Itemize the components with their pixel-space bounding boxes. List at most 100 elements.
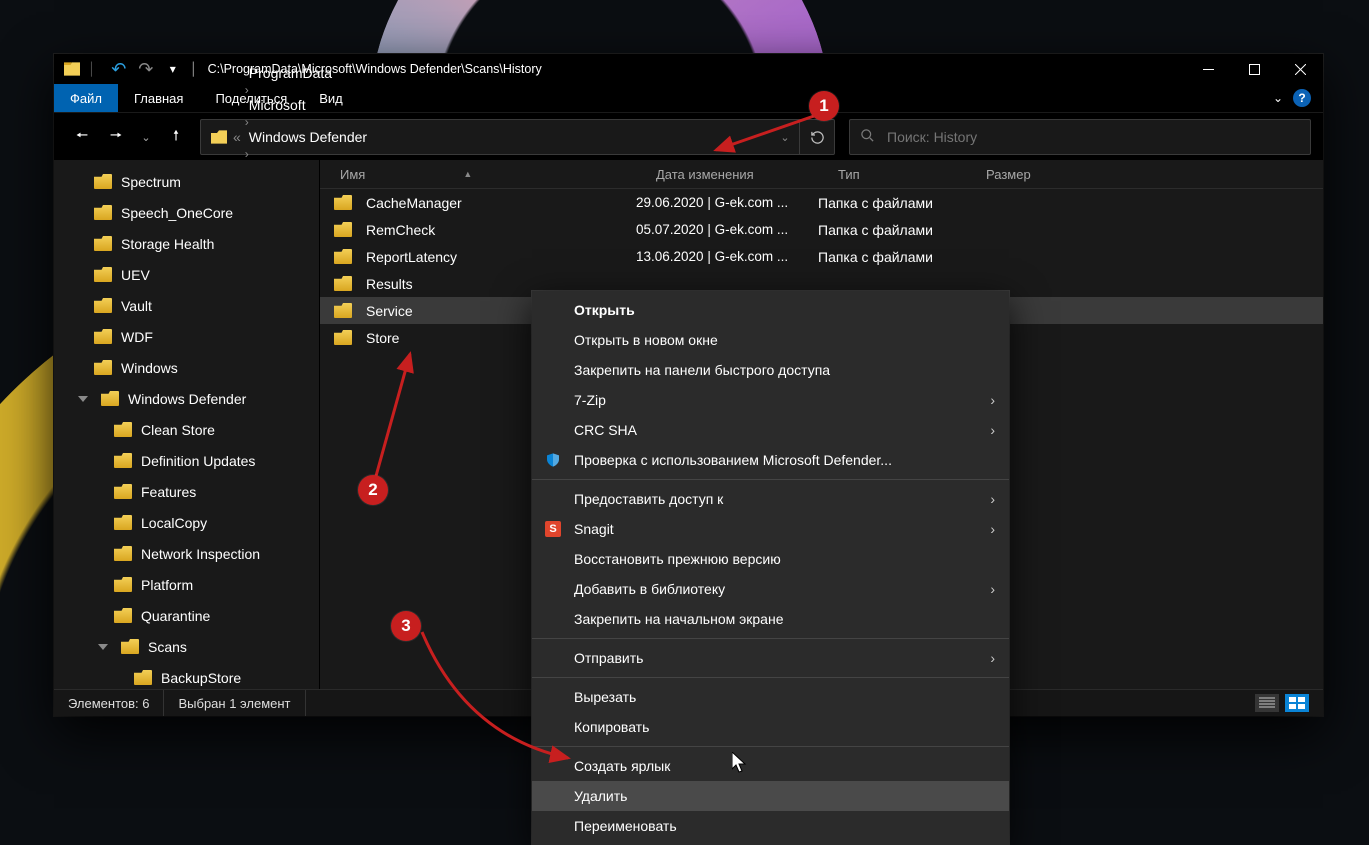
ctx-открыть[interactable]: Открыть [532, 295, 1009, 325]
maximize-button[interactable] [1231, 54, 1277, 84]
folder-icon [114, 453, 132, 468]
ctx-7-zip[interactable]: 7-Zip› [532, 385, 1009, 415]
navigation-tree[interactable]: SpectrumSpeech_OneCore Storage Health UEVV… [54, 160, 320, 690]
row-reportlatency[interactable]: ReportLatency13.06.2020 | G-ek.com ...Па… [320, 243, 1323, 270]
folder-icon [114, 608, 132, 623]
breadcrumb-microsoft[interactable]: Microsoft [243, 97, 373, 113]
status-selection: Выбран 1 элемент [164, 690, 305, 716]
cursor-icon [732, 752, 748, 774]
address-history-dropdown[interactable]: ⌄ [772, 120, 798, 154]
tab-file[interactable]: Файл [54, 84, 118, 112]
folder-icon [94, 298, 112, 313]
ctx-удалить[interactable]: Удалить [532, 781, 1009, 811]
tree-localcopy[interactable]: LocalCopy [54, 507, 319, 538]
tree-spectrum[interactable]: Spectrum [54, 166, 319, 197]
tree-network-inspection[interactable]: Network Inspection [54, 538, 319, 569]
details-view-button[interactable] [1255, 694, 1279, 712]
ctx-добавить-в-библиотеку[interactable]: Добавить в библиотеку› [532, 574, 1009, 604]
callout-1: 1 [809, 91, 839, 121]
ctx-label: Переименовать [574, 818, 677, 834]
titlebar-separator: │ [190, 62, 198, 76]
help-button[interactable]: ? [1293, 89, 1311, 107]
breadcrumb-windows-defender[interactable]: Windows Defender [243, 129, 373, 145]
folder-icon [101, 391, 119, 406]
address-folder-icon [207, 125, 231, 149]
tree-windows-defender[interactable]: Windows Defender [54, 383, 319, 414]
column-headers[interactable]: Имя▲ Дата изменения Тип Размер [320, 160, 1323, 189]
column-type[interactable]: Тип [838, 167, 986, 182]
tree-wdf[interactable]: WDF [54, 321, 319, 352]
nav-back-button[interactable]: 🠔 [66, 121, 98, 153]
tree-label: Storage Health [121, 236, 214, 252]
ctx-проверка-с-использованием-microsoft-defender[interactable]: Проверка с использованием Microsoft Defe… [532, 445, 1009, 475]
tree-label: Windows [121, 360, 178, 376]
folder-icon [114, 484, 132, 499]
ctx-label: Вырезать [574, 689, 636, 705]
tree-speech-onecore[interactable]: Speech_OneCore [54, 197, 319, 228]
ctx-label: Закрепить на панели быстрого доступа [574, 362, 830, 378]
address-bar[interactable]: « ProgramData›Microsoft›Windows Defender… [200, 119, 835, 155]
tree-clean-store[interactable]: Clean Store [54, 414, 319, 445]
tree-label: Definition Updates [141, 453, 255, 469]
ctx-crc-sha[interactable]: CRC SHA› [532, 415, 1009, 445]
ctx-закрепить-на-начальном-экране[interactable]: Закрепить на начальном экране [532, 604, 1009, 634]
address-lead-chevron[interactable]: « [233, 129, 241, 145]
tree-quarantine[interactable]: Quarantine [54, 600, 319, 631]
tree-definition-updates[interactable]: Definition Updates [54, 445, 319, 476]
row-remcheck[interactable]: RemCheck05.07.2020 | G-ek.com ...Папка с… [320, 216, 1323, 243]
nav-up-button[interactable]: 🠕 [160, 121, 192, 153]
tree-windows[interactable]: Windows [54, 352, 319, 383]
large-icons-view-button[interactable] [1285, 694, 1309, 712]
column-size[interactable]: Размер [986, 167, 1106, 182]
minimize-button[interactable] [1185, 54, 1231, 84]
qat-dropdown[interactable]: ▾ [160, 57, 186, 81]
chevron-right-icon: › [990, 650, 995, 666]
tree-platform[interactable]: Platform [54, 569, 319, 600]
tree-label: Features [141, 484, 196, 500]
undo-button[interactable]: ↶ [106, 57, 132, 81]
breadcrumb-programdata[interactable]: ProgramData [243, 65, 373, 81]
row-cachemanager[interactable]: CacheManager29.06.2020 | G-ek.com ...Пап… [320, 189, 1323, 216]
tree-uev[interactable]: UEV [54, 259, 319, 290]
tab-home[interactable]: Главная [118, 84, 199, 112]
ctx-создать-ярлык[interactable]: Создать ярлык [532, 751, 1009, 781]
ctx-копировать[interactable]: Копировать [532, 712, 1009, 742]
ctx-label: Удалить [574, 788, 627, 804]
ribbon-collapse-icon[interactable]: ⌄ [1273, 91, 1283, 105]
row-name: Results [366, 276, 636, 292]
search-box[interactable] [849, 119, 1311, 155]
breadcrumb-sep: › [243, 115, 251, 129]
refresh-button[interactable] [799, 120, 834, 154]
tree-vault[interactable]: Vault [54, 290, 319, 321]
ctx-label: Открыть [574, 302, 635, 318]
tree-scans[interactable]: Scans [54, 631, 319, 662]
folder-icon [320, 249, 366, 264]
folder-icon [114, 515, 132, 530]
nav-forward-button[interactable]: 🠖 [100, 121, 132, 153]
folder-icon [94, 174, 112, 189]
close-button[interactable] [1277, 54, 1323, 84]
ctx-вырезать[interactable]: Вырезать [532, 682, 1009, 712]
titlebar-sep: │ [88, 62, 96, 76]
ctx-закрепить-на-панели-быстрого-доступа[interactable]: Закрепить на панели быстрого доступа [532, 355, 1009, 385]
column-name[interactable]: Имя [340, 167, 365, 182]
nav-history-dropdown[interactable]: ⌄ [134, 121, 158, 153]
ctx-snagit[interactable]: SSnagit› [532, 514, 1009, 544]
tree-backupstore[interactable]: BackupStore [54, 662, 319, 690]
folder-icon [320, 330, 366, 345]
ctx-label: 7-Zip [574, 392, 606, 408]
ctx-предоставить-доступ-к[interactable]: Предоставить доступ к› [532, 484, 1009, 514]
ctx-отправить[interactable]: Отправить› [532, 643, 1009, 673]
breadcrumb-sep: › [243, 147, 251, 161]
column-date[interactable]: Дата изменения [656, 167, 838, 182]
tree-label: Quarantine [141, 608, 210, 624]
tree-storage-health[interactable]: Storage Health [54, 228, 319, 259]
ctx-восстановить-прежнюю-версию[interactable]: Восстановить прежнюю версию [532, 544, 1009, 574]
ctx-label: Проверка с использованием Microsoft Defe… [574, 452, 892, 468]
row-name: RemCheck [366, 222, 636, 238]
redo-button[interactable]: ↷ [133, 57, 159, 81]
tree-features[interactable]: Features [54, 476, 319, 507]
ctx-переименовать[interactable]: Переименовать [532, 811, 1009, 841]
ctx-открыть-в-новом-окне[interactable]: Открыть в новом окне [532, 325, 1009, 355]
search-input[interactable] [885, 128, 1300, 146]
